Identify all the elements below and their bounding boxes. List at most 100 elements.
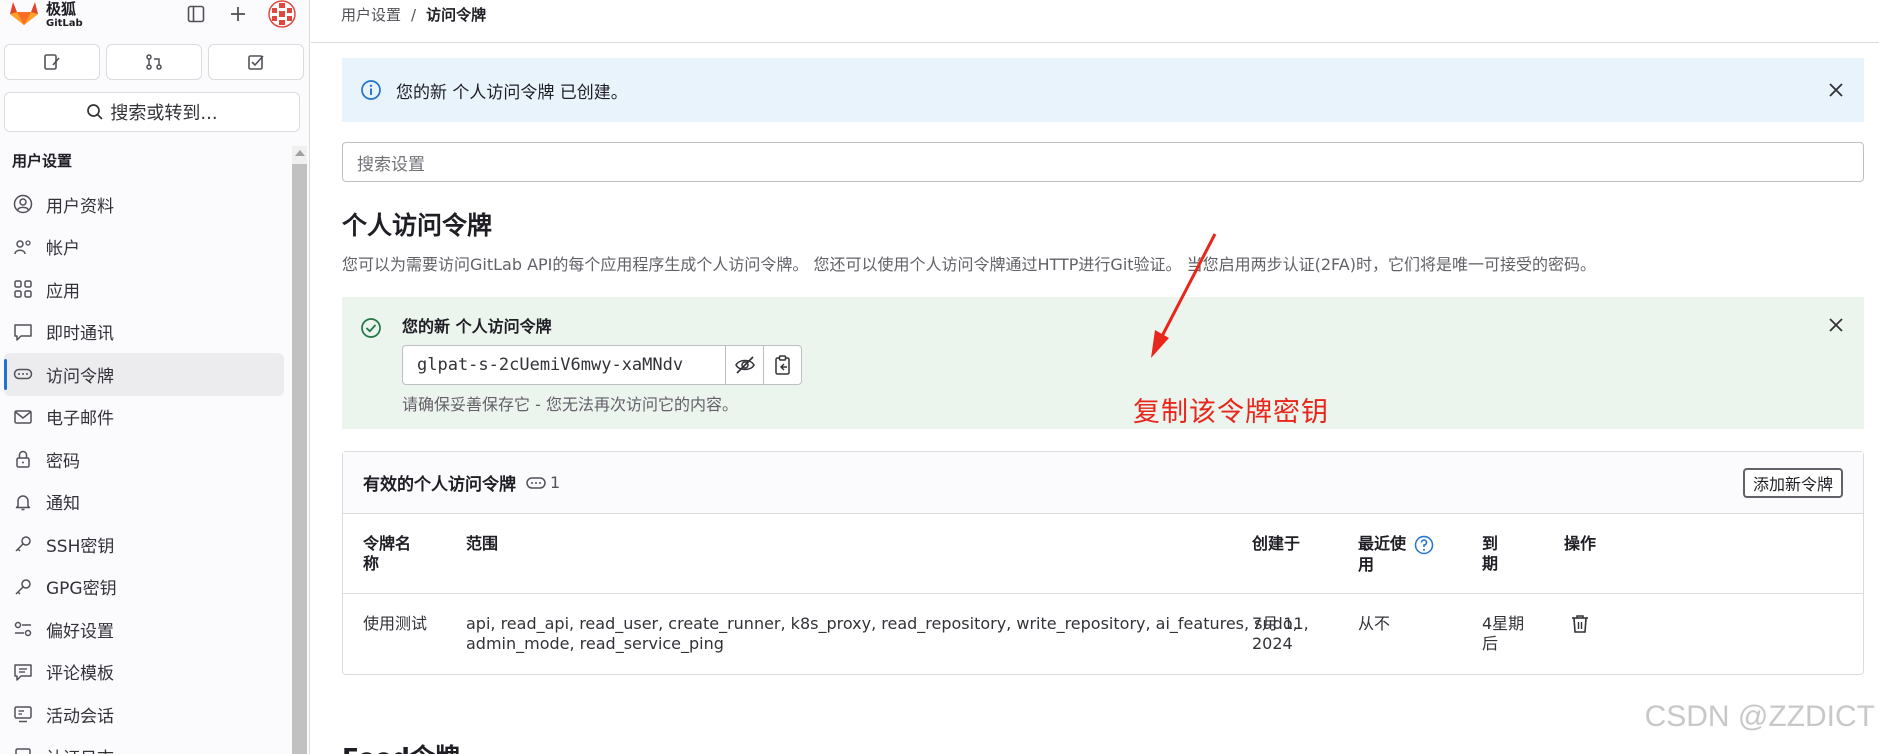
- key-icon: [12, 533, 34, 555]
- breadcrumb: 用户设置 / 访问令牌: [341, 4, 486, 25]
- info-icon: [361, 80, 381, 100]
- token-count-value: 1: [550, 473, 561, 492]
- token-scopes-line2: admin_mode, read_service_ping: [466, 634, 724, 653]
- sidebar-item-gpg-keys[interactable]: GPG密钥: [0, 566, 290, 609]
- annotation-arrow-icon: [1151, 233, 1217, 358]
- merge-requests-button[interactable]: [106, 44, 202, 80]
- gitlab-logo-icon: [10, 2, 38, 25]
- revoke-token-button[interactable]: [1571, 614, 1589, 639]
- todo-icon: [248, 55, 264, 70]
- bell-icon: [12, 491, 34, 513]
- breadcrumb-current: 访问令牌: [426, 6, 487, 24]
- sidebar-item-auth-log[interactable]: 认证日志: [0, 736, 290, 754]
- col-header-last-used-line2: 用: [1358, 554, 1375, 574]
- token-expires-line2: 后: [1482, 634, 1499, 653]
- sidebar-item-access-tokens[interactable]: 访问令牌: [4, 353, 284, 396]
- sidebar-item-active-sessions[interactable]: 活动会话: [0, 693, 290, 736]
- col-header-actions: 操作: [1564, 534, 1597, 553]
- col-header-last-used[interactable]: 最近使 用: [1358, 534, 1434, 575]
- token-save-hint: 请确保妥善保存它 - 您无法再次访问它的内容。: [402, 395, 738, 414]
- issues-icon: [44, 54, 60, 70]
- sidebar-item-applications[interactable]: 应用: [0, 268, 290, 311]
- issues-button[interactable]: [4, 44, 100, 80]
- sidebar-item-password[interactable]: 密码: [0, 438, 290, 481]
- sidebar: 极狐 GitLab 搜索或转到... 用户设置 用户资料 帐户 应用 即时通讯 …: [0, 0, 310, 754]
- brand-logo[interactable]: 极狐 GitLab: [8, 0, 83, 29]
- token-created-line1: 7月 11,: [1252, 614, 1309, 633]
- info-alert-text: 您的新 个人访问令牌 已创建。: [396, 82, 628, 103]
- sidebar-item-label: SSH密钥: [46, 536, 115, 557]
- user-avatar[interactable]: [266, 0, 298, 28]
- sidebar-item-label: 评论模板: [46, 664, 114, 685]
- sidebar-toggle-icon[interactable]: [182, 1, 210, 27]
- plus-icon[interactable]: [224, 1, 252, 27]
- col-header-name-line1: 令牌名: [363, 534, 412, 553]
- sidebar-item-notifications[interactable]: 通知: [0, 481, 290, 524]
- sidebar-item-account[interactable]: 帐户: [0, 226, 290, 269]
- sidebar-item-label: 通知: [46, 494, 80, 515]
- check-circle-icon: [361, 318, 381, 338]
- brand-name: 极狐: [46, 0, 77, 18]
- breadcrumb-parent[interactable]: 用户设置: [341, 4, 401, 25]
- active-tokens-card: 有效的个人访问令牌 1 添加新令牌 令牌名 称 范围 创建于 最近使 用 到 期…: [342, 451, 1864, 675]
- col-header-name-line2: 称: [363, 554, 380, 573]
- sidebar-item-profile[interactable]: 用户资料: [0, 183, 290, 226]
- clipboard-icon: [774, 355, 790, 375]
- search-or-go-label: 搜索或转到...: [110, 103, 218, 124]
- toggle-visibility-button[interactable]: [725, 346, 763, 384]
- sidebar-item-label: 电子邮件: [46, 409, 114, 430]
- token-scopes-line1: api, read_api, read_user, create_runner,…: [466, 614, 1298, 633]
- add-new-token-button[interactable]: 添加新令牌: [1742, 468, 1843, 498]
- applications-grid-icon: [12, 278, 34, 300]
- scroll-up-arrow-icon[interactable]: [295, 150, 305, 156]
- token-scopes: api, read_api, read_user, create_runner,…: [466, 614, 1298, 654]
- token-expires: 4星期 后: [1482, 614, 1524, 654]
- token-name: 使用测试: [363, 614, 428, 633]
- brand-sub: GitLab: [46, 18, 83, 29]
- copy-token-button[interactable]: [763, 346, 801, 384]
- col-header-expires[interactable]: 到 期: [1482, 534, 1498, 574]
- token-last-used: 从不: [1358, 614, 1391, 633]
- token-icon: [12, 363, 34, 385]
- col-header-scopes: 范围: [466, 534, 499, 553]
- sidebar-item-label: 帐户: [46, 239, 80, 260]
- scroll-thumb[interactable]: [292, 164, 307, 754]
- col-header-expires-line1: 到: [1482, 534, 1499, 553]
- search-icon: [87, 104, 104, 120]
- token-expires-line1: 4星期: [1482, 614, 1525, 633]
- token-value[interactable]: glpat-s-2cUemiV6mwy-xaMNdv: [403, 346, 725, 384]
- mail-icon: [12, 406, 34, 428]
- watermark: CSDN @ZZDICT: [1644, 700, 1875, 733]
- close-icon[interactable]: [1826, 315, 1846, 335]
- account-settings-icon: [12, 236, 34, 258]
- sidebar-item-label: 偏好设置: [46, 621, 114, 642]
- sidebar-item-comment-templates[interactable]: 评论模板: [0, 651, 290, 694]
- page-description: 您可以为需要访问GitLab API的每个应用程序生成个人访问令牌。 您还可以使…: [342, 255, 1596, 274]
- sidebar-item-chat[interactable]: 即时通讯: [0, 311, 290, 354]
- col-header-name[interactable]: 令牌名 称: [363, 534, 411, 574]
- page-title: 个人访问令牌: [342, 211, 493, 240]
- search-or-go-button[interactable]: 搜索或转到...: [4, 92, 300, 132]
- settings-search-input[interactable]: 搜索设置: [342, 142, 1864, 182]
- col-header-created[interactable]: 创建于: [1252, 534, 1300, 554]
- sidebar-item-preferences[interactable]: 偏好设置: [0, 608, 290, 651]
- sidebar-item-label: 密码: [46, 451, 80, 472]
- todo-button[interactable]: [208, 44, 304, 80]
- sidebar-item-ssh-keys[interactable]: SSH密钥: [0, 523, 290, 566]
- help-icon[interactable]: [1414, 535, 1434, 555]
- sidebar-item-label: 认证日志: [46, 744, 114, 754]
- log-icon: [12, 746, 34, 754]
- card-title: 有效的个人访问令牌: [363, 475, 516, 495]
- sidebar-item-emails[interactable]: 电子邮件: [0, 396, 290, 439]
- close-icon[interactable]: [1826, 80, 1846, 100]
- success-alert-title: 您的新 个人访问令牌: [402, 317, 552, 336]
- info-alert: 您的新 个人访问令牌 已创建。: [342, 58, 1864, 122]
- eye-slash-icon: [734, 356, 755, 374]
- chat-icon: [12, 321, 34, 343]
- annotation-text: 复制该令牌密钥: [1133, 397, 1329, 428]
- token-count: 1: [526, 473, 560, 492]
- sidebar-scrollbar[interactable]: [292, 146, 307, 754]
- header-divider: [311, 42, 1879, 43]
- sidebar-item-label: 即时通讯: [46, 324, 114, 345]
- col-header-last-used-line1: 最近使: [1358, 534, 1407, 553]
